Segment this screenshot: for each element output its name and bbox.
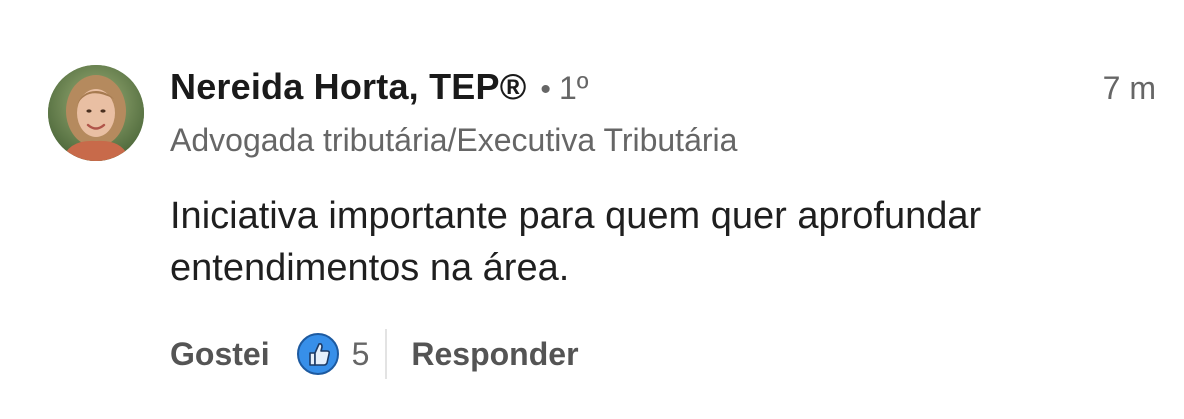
comment-actions: Gostei 5 Responder	[170, 328, 579, 380]
comment-text: Iniciativa importante para quem quer apr…	[170, 195, 982, 289]
separator-dot: •	[540, 73, 551, 106]
profile-photo-icon	[48, 65, 144, 161]
like-button[interactable]: Gostei	[170, 336, 270, 373]
reaction-summary[interactable]: 5	[296, 332, 370, 376]
action-divider	[385, 329, 388, 379]
author-name[interactable]: Nereida Horta, TEP®	[170, 66, 526, 108]
author-avatar[interactable]	[48, 65, 144, 161]
comment-timestamp: 7 m	[1102, 70, 1156, 106]
comment-item: Nereida Horta, TEP® • 1º 7 m Advogada tr…	[0, 0, 1184, 419]
author-headline: Advogada tributária/Executiva Tributária	[170, 122, 738, 158]
author-line: Nereida Horta, TEP® • 1º	[170, 66, 588, 108]
reaction-count: 5	[351, 335, 370, 372]
thumbs-up-icon	[296, 333, 339, 375]
reply-button[interactable]: Responder	[411, 336, 578, 373]
connection-degree: 1º	[558, 70, 589, 106]
